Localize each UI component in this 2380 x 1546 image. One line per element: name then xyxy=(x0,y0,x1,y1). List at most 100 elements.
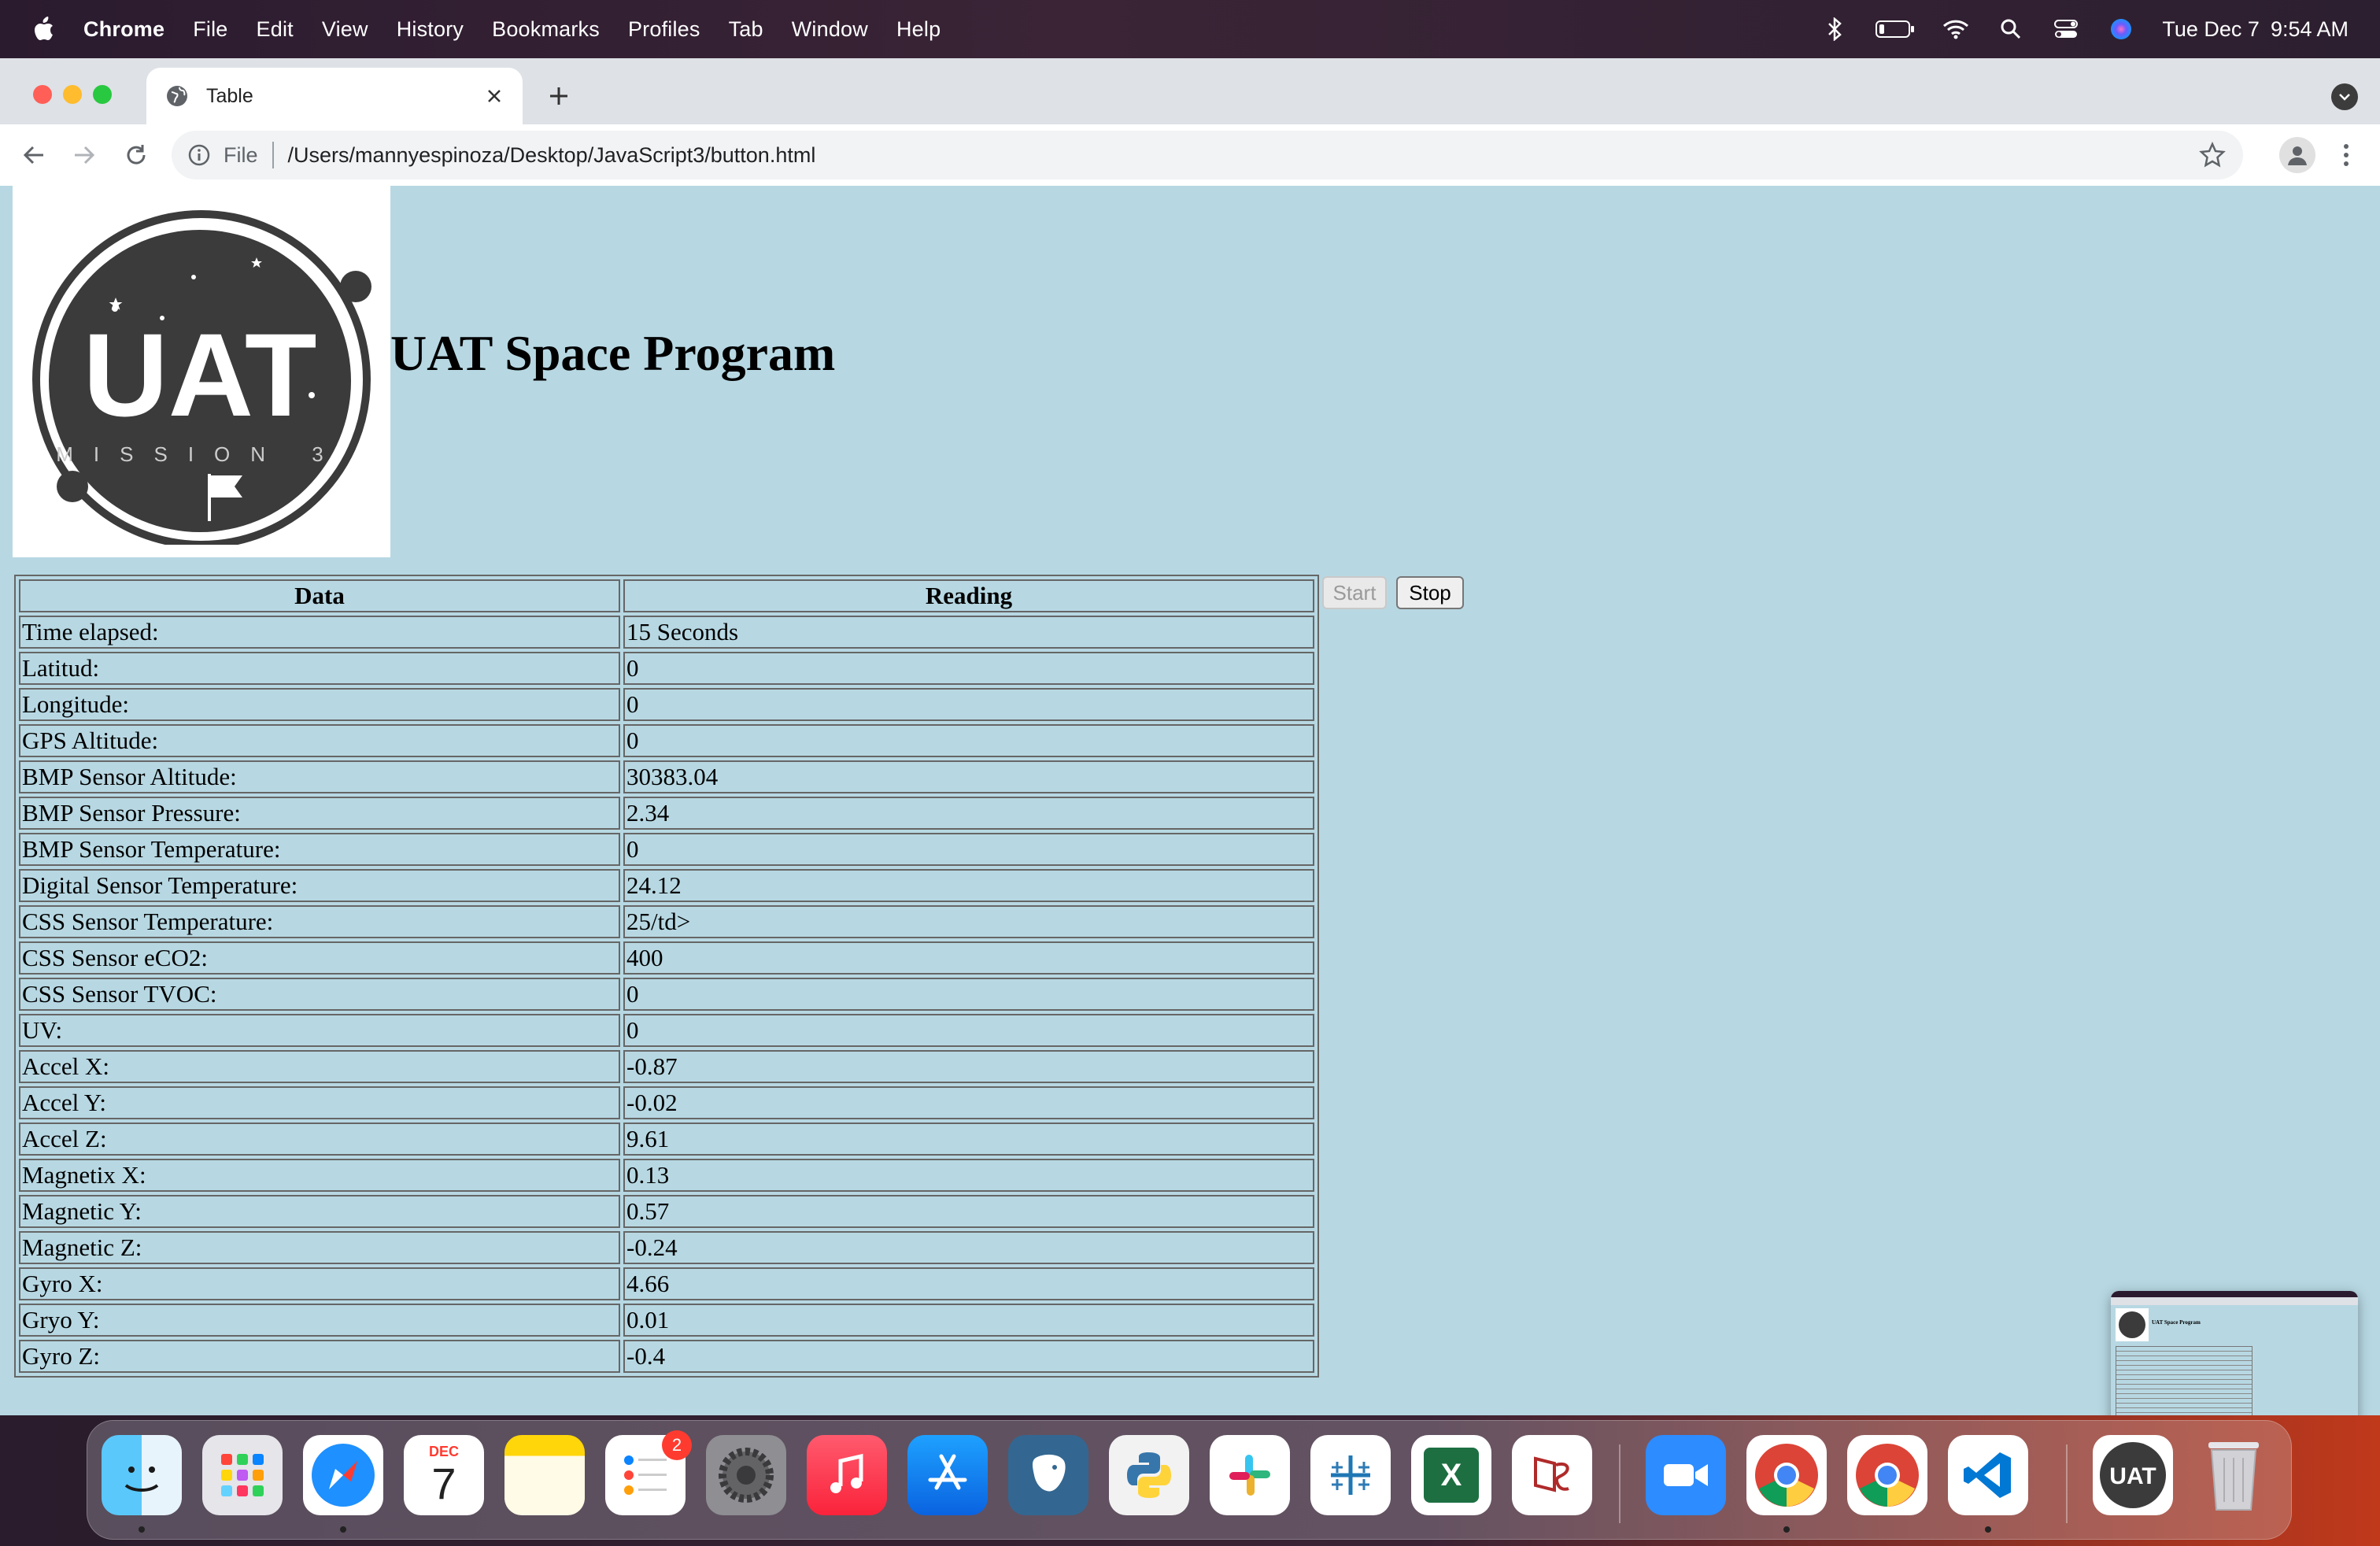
menu-history[interactable]: History xyxy=(397,17,464,42)
menu-edit[interactable]: Edit xyxy=(257,17,294,42)
finder-icon[interactable] xyxy=(102,1435,182,1515)
address-bar[interactable]: File /Users/mannyespinoza/Desktop/JavaSc… xyxy=(172,131,2243,179)
music-icon[interactable] xyxy=(807,1435,887,1515)
chrome-menu-icon[interactable] xyxy=(2334,139,2358,172)
data-label-cell: UV: xyxy=(19,1014,620,1047)
battery-icon[interactable] xyxy=(1876,15,1915,43)
close-window-button[interactable] xyxy=(33,85,52,104)
info-icon[interactable] xyxy=(187,143,211,167)
table-row: Magnetix X: 0.13 xyxy=(19,1159,1314,1192)
menu-help[interactable]: Help xyxy=(896,17,941,42)
start-button[interactable]: Start xyxy=(1322,576,1387,609)
reading-value-cell: 30383.04 xyxy=(623,760,1314,793)
data-label-cell: Digital Sensor Temperature: xyxy=(19,869,620,902)
menu-bar: Chrome File Edit View History Bookmarks … xyxy=(0,0,2380,58)
wifi-icon[interactable] xyxy=(1942,15,1970,43)
table-row: GPS Altitude: 0 xyxy=(19,724,1314,757)
table-row: BMP Sensor Temperature: 0 xyxy=(19,833,1314,866)
reminders-icon[interactable]: 2 xyxy=(605,1430,692,1515)
vscode-running-indicator xyxy=(1985,1526,1991,1533)
url-text[interactable]: /Users/mannyespinoza/Desktop/JavaScript3… xyxy=(288,143,816,168)
page-content: UAT MISSION 3 UAT Space Program Data Rea… xyxy=(0,186,2380,1415)
uat-app-icon[interactable]: UAT xyxy=(2093,1435,2173,1515)
thumbnail-logo xyxy=(2116,1308,2149,1341)
control-center-icon[interactable] xyxy=(2052,15,2080,43)
fullscreen-window-button[interactable] xyxy=(93,85,112,104)
uat-mission-logo: UAT MISSION 3 xyxy=(13,186,390,557)
vscode-icon[interactable] xyxy=(1948,1435,2028,1515)
data-label-cell: Longitude: xyxy=(19,688,620,721)
launchpad-icon[interactable] xyxy=(202,1435,283,1515)
data-label-cell: Accel X: xyxy=(19,1050,620,1083)
minimize-window-button[interactable] xyxy=(63,85,82,104)
logo-uat-text: UAT xyxy=(83,309,316,441)
slack-icon[interactable] xyxy=(1210,1435,1290,1515)
thumbnail-page: UAT Space Program xyxy=(2111,1305,2358,1415)
excel-icon[interactable]: X xyxy=(1411,1435,1491,1515)
safari-icon[interactable] xyxy=(303,1435,383,1515)
reading-value-cell: 15 Seconds xyxy=(623,616,1314,649)
safari-running-indicator xyxy=(340,1526,346,1533)
reading-value-cell: 4.66 xyxy=(623,1267,1314,1300)
system-preferences-icon[interactable] xyxy=(706,1435,786,1515)
data-label-cell: CSS Sensor TVOC: xyxy=(19,978,620,1011)
table-row: Magnetic Z: -0.24 xyxy=(19,1231,1314,1264)
tab-table[interactable]: Table xyxy=(146,68,523,124)
profile-avatar-icon[interactable] xyxy=(2279,137,2315,173)
thumbnail-tabstrip xyxy=(2111,1297,2358,1305)
chrome-icon[interactable] xyxy=(1847,1435,1927,1515)
menu-window[interactable]: Window xyxy=(792,17,868,42)
chrome-icon[interactable] xyxy=(1746,1435,1827,1515)
reading-value-cell: 2.34 xyxy=(623,797,1314,830)
siri-icon[interactable] xyxy=(2107,15,2135,43)
column-header-data: Data xyxy=(19,579,620,612)
thumbnail-title: UAT Space Program xyxy=(2152,1319,2201,1326)
forward-arrow-icon[interactable] xyxy=(68,139,101,172)
url-scheme-label: File xyxy=(224,142,258,167)
data-label-cell: Latitud: xyxy=(19,652,620,685)
bookmark-star-icon[interactable] xyxy=(2199,141,2226,168)
table-row: Gyro Z: -0.4 xyxy=(19,1340,1314,1373)
app-store-icon[interactable] xyxy=(907,1435,988,1515)
reading-value-cell: 0 xyxy=(623,688,1314,721)
menu-profiles[interactable]: Profiles xyxy=(628,17,700,42)
menu-view[interactable]: View xyxy=(322,17,368,42)
table-row: Time elapsed: 15 Seconds xyxy=(19,616,1314,649)
data-label-cell: Accel Z: xyxy=(19,1123,620,1156)
sensor-data-table: Data Reading Time elapsed: 15 Seconds Lati… xyxy=(14,575,1319,1378)
browser-toolbar: File /Users/mannyespinoza/Desktop/JavaSc… xyxy=(0,124,2380,187)
apple-menu-icon[interactable] xyxy=(30,14,57,44)
back-arrow-icon[interactable] xyxy=(17,139,50,172)
zoom-icon[interactable] xyxy=(1646,1435,1726,1515)
tab-search-icon[interactable] xyxy=(2331,83,2358,110)
trash-icon[interactable] xyxy=(2193,1435,2274,1515)
menu-file[interactable]: File xyxy=(193,17,227,42)
table-row: CSS Sensor eCO2: 400 xyxy=(19,941,1314,975)
page-title: UAT Space Program xyxy=(390,325,836,381)
tableau-icon[interactable] xyxy=(1310,1435,1391,1515)
column-header-reading: Reading xyxy=(623,579,1314,612)
bluetooth-icon[interactable] xyxy=(1820,15,1849,43)
close-tab-icon[interactable] xyxy=(482,83,507,109)
python-icon[interactable] xyxy=(1109,1435,1189,1515)
thumbnail-table xyxy=(2116,1346,2252,1415)
calendar-icon[interactable]: DEC 7 xyxy=(404,1435,484,1515)
stop-button[interactable]: Stop xyxy=(1396,576,1464,609)
postgresql-icon[interactable] xyxy=(1008,1435,1088,1515)
data-label-cell: BMP Sensor Temperature: xyxy=(19,833,620,866)
reading-value-cell: 400 xyxy=(623,941,1314,975)
notes-icon[interactable] xyxy=(504,1435,585,1515)
spotlight-search-icon[interactable] xyxy=(1997,15,2025,43)
data-label-cell: Magnetix X: xyxy=(19,1159,620,1192)
menu-tab[interactable]: Tab xyxy=(729,17,763,42)
data-label-cell: Magnetic Y: xyxy=(19,1195,620,1228)
sublime-icon[interactable] xyxy=(1512,1435,1592,1515)
new-tab-button[interactable] xyxy=(543,80,575,112)
menu-bookmarks[interactable]: Bookmarks xyxy=(492,17,600,42)
screenshot-thumbnail[interactable]: UAT Space Program xyxy=(2111,1291,2358,1415)
dock: DEC 7 2 X UAT xyxy=(87,1420,2292,1540)
menu-clock[interactable]: Tue Dec 7 9:54 AM xyxy=(2162,17,2349,42)
reload-icon[interactable] xyxy=(120,139,153,172)
menu-app-name[interactable]: Chrome xyxy=(83,17,164,42)
reading-value-cell: 0 xyxy=(623,724,1314,757)
